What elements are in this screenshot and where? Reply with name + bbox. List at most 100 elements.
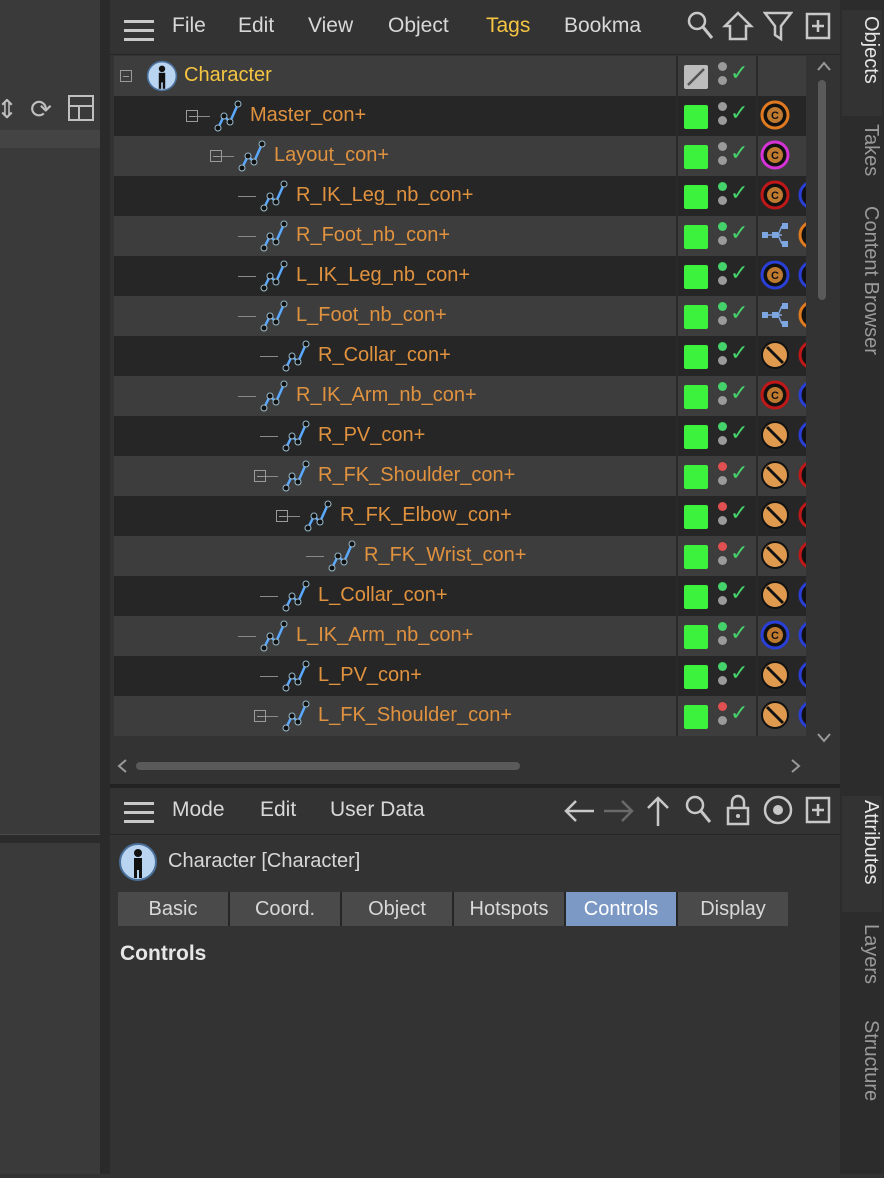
enabled-check-icon[interactable]: ✓	[730, 380, 748, 406]
tree-row[interactable]: Character ✓	[114, 56, 806, 96]
tag-icon[interactable]: C	[760, 380, 790, 410]
second-tag-icon[interactable]	[798, 660, 806, 690]
tree-row[interactable]: L_Foot_nb_con+ ✓	[114, 296, 806, 336]
second-tag-icon[interactable]	[798, 220, 806, 250]
second-tag-icon[interactable]	[798, 540, 806, 570]
attr-tab-controls[interactable]: Controls	[566, 892, 678, 926]
attr-tab-display[interactable]: Display	[678, 892, 788, 926]
visibility-dots-icon[interactable]	[718, 662, 728, 690]
tag-icon[interactable]	[760, 540, 790, 570]
visibility-dots-icon[interactable]	[718, 502, 728, 530]
second-tag-icon[interactable]	[798, 300, 806, 330]
tag-icon[interactable]	[760, 580, 790, 610]
tree-row[interactable]: L_Collar_con+ ✓	[114, 576, 806, 616]
second-tag-icon[interactable]	[798, 700, 806, 730]
collapse-toggle-icon[interactable]	[276, 510, 288, 522]
tag-icon[interactable]: C	[760, 140, 790, 170]
visibility-dots-icon[interactable]	[718, 62, 728, 90]
search-icon[interactable]	[684, 10, 716, 47]
tree-row[interactable]: R_PV_con+ ✓	[114, 416, 806, 456]
second-tag-icon[interactable]	[798, 380, 806, 410]
tree-row[interactable]: R_FK_Elbow_con+ ✓	[114, 496, 806, 536]
visibility-dots-icon[interactable]	[718, 262, 728, 290]
filter-icon[interactable]	[762, 10, 794, 49]
second-tag-icon[interactable]	[798, 420, 806, 450]
tag-icon[interactable]	[760, 660, 790, 690]
constraint-tag-icon[interactable]	[760, 300, 790, 330]
attr-search-icon[interactable]	[682, 794, 714, 831]
enabled-check-icon[interactable]: ✓	[730, 500, 748, 526]
second-tag-icon[interactable]	[798, 620, 806, 650]
scroll-right-icon[interactable]	[790, 758, 802, 774]
tree-row[interactable]: L_IK_Leg_nb_con+ ✓ C	[114, 256, 806, 296]
layer-color-swatch[interactable]	[684, 665, 708, 689]
enabled-check-icon[interactable]: ✓	[730, 540, 748, 566]
layer-color-swatch[interactable]	[684, 545, 708, 569]
tab-layers[interactable]: Layers	[842, 924, 882, 1004]
tree-row[interactable]: R_FK_Wrist_con+ ✓	[114, 536, 806, 576]
layer-color-swatch[interactable]	[684, 705, 708, 729]
tree-row[interactable]: Layout_con+ ✓ C	[114, 136, 806, 176]
attr-tab-object[interactable]: Object	[342, 892, 454, 926]
tag-icon[interactable]: C	[760, 180, 790, 210]
layer-color-swatch[interactable]	[684, 65, 708, 89]
layer-color-swatch[interactable]	[684, 265, 708, 289]
tag-icon[interactable]	[760, 420, 790, 450]
layer-color-swatch[interactable]	[684, 105, 708, 129]
menu-object[interactable]: Object	[388, 14, 449, 38]
second-tag-icon[interactable]	[798, 460, 806, 490]
scroll-down-icon[interactable]	[816, 732, 832, 744]
visibility-dots-icon[interactable]	[718, 142, 728, 170]
second-tag-icon[interactable]	[798, 180, 806, 210]
tab-attributes[interactable]: Attributes	[842, 796, 882, 912]
visibility-dots-icon[interactable]	[718, 382, 728, 410]
scroll-left-icon[interactable]	[116, 758, 128, 774]
up-arrow-icon[interactable]	[642, 794, 674, 835]
back-arrow-icon[interactable]	[562, 796, 594, 833]
visibility-dots-icon[interactable]	[718, 542, 728, 570]
enabled-check-icon[interactable]: ✓	[730, 420, 748, 446]
attr-menu-edit[interactable]: Edit	[260, 798, 296, 822]
layer-color-swatch[interactable]	[684, 465, 708, 489]
constraint-tag-icon[interactable]	[760, 220, 790, 250]
collapse-toggle-icon[interactable]	[120, 70, 132, 82]
second-tag-icon[interactable]	[798, 580, 806, 610]
menu-tags[interactable]: Tags	[486, 14, 530, 38]
attr-tab-hotspots[interactable]: Hotspots	[454, 892, 566, 926]
layer-color-swatch[interactable]	[684, 385, 708, 409]
tree-row[interactable]: L_IK_Arm_nb_con+ ✓ C	[114, 616, 806, 656]
target-icon[interactable]	[762, 794, 794, 833]
enabled-check-icon[interactable]: ✓	[730, 660, 748, 686]
layer-color-swatch[interactable]	[684, 305, 708, 329]
enabled-check-icon[interactable]: ✓	[730, 460, 748, 486]
layer-color-swatch[interactable]	[684, 225, 708, 249]
layer-color-swatch[interactable]	[684, 185, 708, 209]
new-panel-icon[interactable]	[802, 12, 834, 47]
vertical-scroll-thumb[interactable]	[818, 80, 826, 300]
tree-row[interactable]: R_IK_Arm_nb_con+ ✓ C	[114, 376, 806, 416]
layer-color-swatch[interactable]	[684, 505, 708, 529]
move-icon[interactable]: ⇕	[0, 94, 22, 124]
visibility-dots-icon[interactable]	[718, 622, 728, 650]
visibility-dots-icon[interactable]	[718, 422, 728, 450]
second-tag-icon[interactable]	[798, 500, 806, 530]
menu-edit[interactable]: Edit	[238, 14, 274, 38]
enabled-check-icon[interactable]: ✓	[730, 140, 748, 166]
home-icon[interactable]	[721, 10, 755, 49]
enabled-check-icon[interactable]: ✓	[730, 60, 748, 86]
second-tag-icon[interactable]	[798, 260, 806, 290]
rotate-icon[interactable]: ⟳	[26, 94, 56, 124]
visibility-dots-icon[interactable]	[718, 582, 728, 610]
tag-icon[interactable]	[760, 700, 790, 730]
visibility-dots-icon[interactable]	[718, 342, 728, 370]
tag-icon[interactable]	[760, 500, 790, 530]
tag-icon[interactable]: C	[760, 620, 790, 650]
attr-menu-user-data[interactable]: User Data	[330, 798, 425, 822]
tree-row[interactable]: R_Foot_nb_con+ ✓	[114, 216, 806, 256]
horizontal-scroll-thumb[interactable]	[136, 762, 520, 770]
layer-color-swatch[interactable]	[684, 625, 708, 649]
visibility-dots-icon[interactable]	[718, 102, 728, 130]
lock-icon[interactable]	[722, 794, 754, 833]
enabled-check-icon[interactable]: ✓	[730, 180, 748, 206]
visibility-dots-icon[interactable]	[718, 182, 728, 210]
